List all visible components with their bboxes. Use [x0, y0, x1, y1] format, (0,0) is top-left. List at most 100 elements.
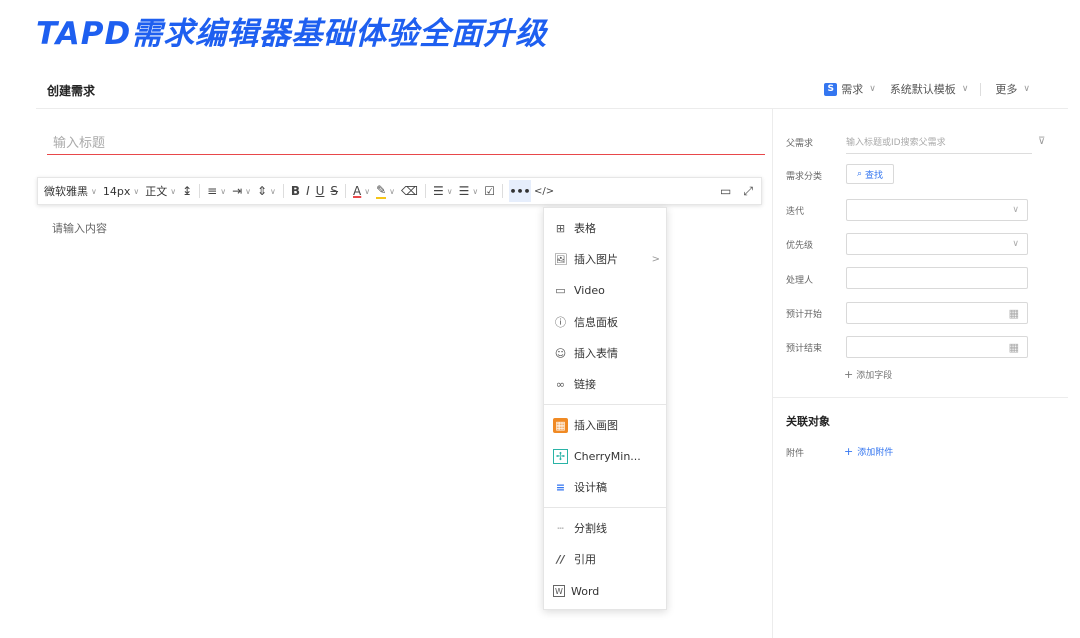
parent-label: 父需求	[786, 139, 814, 149]
handler-label: 处理人	[786, 276, 814, 286]
menu-item-label: Word	[571, 584, 600, 598]
plus-icon: +	[844, 368, 854, 381]
type-selector[interactable]: S 需求 ∨	[824, 81, 876, 97]
menu-item-label: 插入画图	[574, 419, 618, 432]
menu-separator	[544, 507, 666, 508]
add-attachment-link[interactable]: + 添加附件	[844, 445, 893, 458]
sidebar-divider	[772, 109, 773, 638]
highlight-select[interactable]: ✎ ∨	[373, 178, 398, 204]
chevron-down-icon: ∨	[364, 186, 371, 196]
filter-icon[interactable]: ⊽	[1038, 136, 1045, 147]
priority-select[interactable]: ∨	[846, 233, 1028, 255]
menu-item-drawing[interactable]: ▦ 插入画图	[553, 414, 660, 436]
strikethrough-button[interactable]: S	[327, 178, 341, 204]
menu-item-table[interactable]: ⊞ 表格	[553, 217, 660, 239]
ordered-list-select[interactable]: ☰ ∨	[430, 178, 456, 204]
font-color-select[interactable]: A ∨	[350, 178, 373, 204]
code-button[interactable]: </>	[531, 178, 557, 204]
header-divider	[36, 108, 1068, 109]
emoji-icon: ☺	[554, 346, 567, 360]
design-icon: ≡	[555, 480, 566, 494]
end-date-picker[interactable]: ▦	[846, 336, 1028, 358]
calendar-icon: ▦	[1008, 340, 1019, 354]
handler-input[interactable]	[846, 267, 1028, 289]
title-input[interactable]	[47, 132, 765, 155]
banner-title: TAPD需求编辑器基础体验全面升级	[36, 16, 548, 52]
more-tools-button[interactable]: •••	[509, 180, 532, 202]
insert-menu: ⊞ 表格 🖼 插入图片 > ▭ Video ⓘ 信息面板 ☺ 插入表情 ∞ 链接…	[543, 207, 667, 610]
start-date-picker[interactable]: ▦	[846, 302, 1028, 324]
spacing-select[interactable]: ⇕ ∨	[254, 178, 279, 204]
font-family-select[interactable]: 微软雅黑 ∨	[41, 178, 100, 204]
bold-button[interactable]: B	[288, 178, 303, 204]
spacing-icon: ⇕	[256, 184, 268, 198]
code-icon: </>	[534, 185, 555, 197]
strikethrough-icon: S	[330, 184, 339, 198]
search-icon: ⌕	[856, 169, 863, 179]
story-type-icon: S	[824, 82, 838, 96]
page-title: 创建需求	[47, 84, 96, 98]
header-actions: S 需求 ∨ 系统默认模板 ∨ 更多 ∨	[810, 81, 1030, 97]
menu-item-design[interactable]: ≡ 设计稿	[553, 476, 660, 498]
toolbar-separator	[502, 184, 504, 198]
fullscreen-icon[interactable]: ⤢	[743, 184, 753, 199]
add-attachment-label: 添加附件	[857, 448, 894, 458]
chevron-down-icon: ∨	[389, 186, 396, 196]
menu-item-emoji[interactable]: ☺ 插入表情	[553, 342, 660, 364]
menu-item-quote[interactable]: // 引用	[553, 548, 660, 570]
info-icon: ⓘ	[555, 316, 566, 329]
menu-item-divider[interactable]: ┄ 分割线	[553, 517, 660, 539]
template-icon[interactable]: ▭	[720, 184, 731, 198]
font-color-icon: A	[353, 184, 362, 198]
clear-format-button[interactable]: ⌫	[398, 178, 421, 204]
menu-item-label: 插入表情	[574, 347, 618, 360]
italic-button[interactable]: I	[303, 178, 313, 204]
toolbar-separator	[199, 184, 201, 198]
mindmap-icon: ✢	[553, 448, 568, 464]
divider	[980, 82, 982, 96]
checkbox-icon: ☑	[484, 184, 496, 198]
menu-item-mindmap[interactable]: ✢ CherryMin...	[553, 445, 660, 467]
menu-item-label: 插入图片	[574, 253, 618, 266]
ordered-list-icon: ☰	[433, 184, 444, 198]
menu-item-video[interactable]: ▭ Video	[553, 279, 660, 301]
toolbar-right: ▭ ⤢	[720, 184, 761, 199]
more-menu-button[interactable]: 更多 ∨	[995, 81, 1030, 97]
chevron-down-icon: ∨	[472, 186, 479, 196]
iteration-select[interactable]: ∨	[846, 199, 1028, 221]
type-label: 需求	[841, 83, 864, 96]
attachment-label: 附件	[786, 449, 805, 459]
menu-item-word[interactable]: W Word	[553, 580, 660, 602]
video-icon: ▭	[555, 283, 566, 297]
iteration-label: 迭代	[786, 207, 805, 217]
template-selector[interactable]: 系统默认模板 ∨	[890, 81, 969, 97]
paragraph-style-select[interactable]: 正文 ∨	[142, 178, 179, 204]
chevron-down-icon: ∨	[1012, 205, 1019, 215]
toolbar-separator	[425, 184, 426, 198]
parent-story-input[interactable]	[846, 133, 1032, 154]
category-label: 需求分类	[786, 172, 823, 182]
underline-icon: U	[315, 184, 325, 198]
checklist-button[interactable]: ☑	[481, 178, 498, 204]
bullet-list-select[interactable]: ☰ ∨	[456, 178, 482, 204]
line-height-button[interactable]: ↨	[179, 178, 195, 204]
font-size-select[interactable]: 14px ∨	[100, 178, 142, 204]
word-icon: W	[553, 585, 565, 597]
indent-select[interactable]: ⇥ ∨	[229, 178, 254, 204]
bold-icon: B	[290, 184, 301, 198]
category-search-button[interactable]: ⌕ 查找	[846, 164, 894, 184]
editor-content-area[interactable]: 请输入内容	[52, 220, 107, 236]
menu-item-info-panel[interactable]: ⓘ 信息面板	[553, 311, 660, 333]
underline-button[interactable]: U	[313, 178, 328, 204]
menu-item-link[interactable]: ∞ 链接	[553, 373, 660, 395]
indent-icon: ⇥	[232, 184, 243, 198]
italic-icon: I	[306, 184, 310, 198]
menu-item-label: 分割线	[574, 522, 607, 535]
menu-item-insert-image[interactable]: 🖼 插入图片 >	[553, 248, 660, 270]
related-section-title: 关联对象	[786, 415, 830, 428]
end-date-label: 预计结束	[786, 344, 823, 354]
template-label: 系统默认模板	[889, 83, 956, 96]
add-field-link[interactable]: + 添加字段	[844, 368, 892, 381]
menu-item-label: Video	[574, 283, 605, 297]
align-select[interactable]: ≡ ∨	[204, 178, 229, 204]
